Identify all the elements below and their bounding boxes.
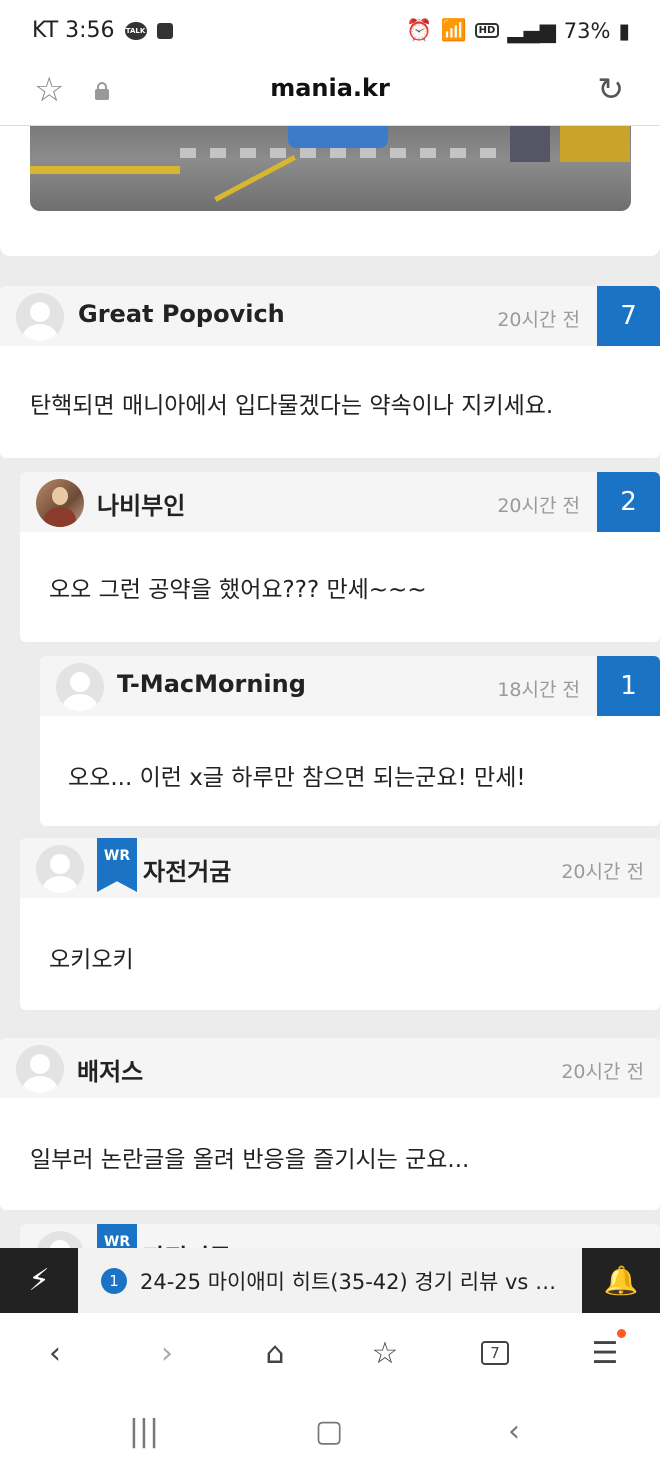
home-icon[interactable]: ⌂ <box>250 1331 300 1375</box>
reload-icon[interactable]: ↻ <box>597 70 624 108</box>
notification-dot <box>617 1329 626 1338</box>
battery-icon: ▮ <box>618 18 630 43</box>
lightning-icon[interactable]: ⚡ <box>0 1248 78 1313</box>
comment-reply: WR 자전거굼 <box>20 1224 660 1248</box>
comment-time: 18시간 전 <box>497 679 580 701</box>
alarm-icon: ⏰ <box>406 18 433 42</box>
comment-like-count[interactable]: 1 <box>597 656 660 716</box>
avatar[interactable] <box>16 1045 64 1093</box>
comment-author[interactable]: 자전거굼 <box>143 852 231 887</box>
comment-time: 20시간 전 <box>497 495 580 517</box>
comment-text: 오키오키 <box>49 947 134 973</box>
comment-text: 오오 그런 공약을 했어요??? 만세~~~ <box>49 577 427 603</box>
forward-icon[interactable]: › <box>142 1331 192 1375</box>
avatar[interactable] <box>36 1231 84 1248</box>
message-icon <box>156 22 173 39</box>
battery-text: 73% <box>563 18 611 43</box>
system-nav-bar: ||| ▢ ‹ <box>0 1393 660 1467</box>
url-bar: ☆ mania.kr ↻ <box>0 62 660 126</box>
notification-text[interactable]: 24-25 마이애미 히트(35-42) 경기 리뷰 vs 그... <box>140 1266 570 1296</box>
avatar[interactable] <box>36 479 84 527</box>
comment-like-count[interactable]: 7 <box>597 286 660 346</box>
comment-time: 20시간 전 <box>561 1061 644 1083</box>
notification-bar: ⚡ 1 24-25 마이애미 히트(35-42) 경기 리뷰 vs 그... 🔔 <box>0 1248 660 1313</box>
article-card <box>0 126 660 256</box>
bookmarks-icon[interactable]: ☆ <box>360 1331 410 1375</box>
comment-reply: WR 자전거굼 20시간 전 오키오키 <box>20 838 660 1010</box>
comment-like-count[interactable]: 2 <box>597 472 660 532</box>
page-content: Great Popovich 20시간 전 7 탄핵되면 매니아에서 입다물겠다… <box>0 126 660 1248</box>
wifi-icon: 📶 <box>440 18 467 42</box>
avatar[interactable] <box>36 845 84 893</box>
comment-author[interactable]: 배저스 <box>77 1052 143 1087</box>
url-text[interactable]: mania.kr <box>0 74 660 102</box>
writer-badge: WR <box>97 838 137 892</box>
comment-reply: T-MacMorning 18시간 전 1 오오... 이런 x글 하루만 참으… <box>40 656 660 826</box>
back-icon[interactable]: ‹ <box>30 1331 80 1375</box>
carrier-time: KT 3:56 <box>32 18 115 43</box>
back-nav-icon[interactable]: ‹ <box>494 1411 534 1451</box>
comment-time: 20시간 전 <box>497 309 580 331</box>
comment: Great Popovich 20시간 전 7 탄핵되면 매니아에서 입다물겠다… <box>0 286 660 458</box>
menu-icon[interactable]: ☰ <box>580 1329 630 1375</box>
tabs-button[interactable]: 7 <box>470 1331 520 1375</box>
comment: 배저스 20시간 전 일부러 논란글을 올려 반응을 즐기시는 군요... <box>0 1038 660 1210</box>
comment-text: 오오... 이런 x글 하루만 참으면 되는군요! 만세! <box>68 765 526 791</box>
avatar[interactable] <box>16 293 64 341</box>
status-bar: KT 3:56 TALK ⏰ 📶 HD ▂▄▆ 73% ▮ <box>0 0 660 62</box>
kakaotalk-icon: TALK <box>124 21 147 40</box>
notification-number: 1 <box>101 1268 127 1294</box>
comment-author[interactable]: Great Popovich <box>78 300 285 328</box>
comment-author[interactable]: 자전거굼 <box>143 1238 231 1248</box>
comment-text: 탄핵되면 매니아에서 입다물겠다는 약속이나 지키세요. <box>30 393 554 419</box>
home-nav-icon[interactable]: ▢ <box>309 1411 349 1451</box>
tabs-icon: 7 <box>481 1341 509 1365</box>
comment-reply: 나비부인 20시간 전 2 오오 그런 공약을 했어요??? 만세~~~ <box>20 472 660 642</box>
article-photo <box>30 126 631 211</box>
writer-badge: WR <box>97 1224 137 1248</box>
bell-icon[interactable]: 🔔 <box>582 1248 660 1313</box>
comment-time: 20시간 전 <box>561 861 644 883</box>
hd-icon: HD <box>474 23 500 38</box>
comment-author[interactable]: 나비부인 <box>97 486 185 521</box>
comment-author[interactable]: T-MacMorning <box>117 670 306 698</box>
signal-icon: ▂▄▆ <box>507 18 556 43</box>
recent-apps-icon[interactable]: ||| <box>124 1411 164 1451</box>
comment-text: 일부러 논란글을 올려 반응을 즐기시는 군요... <box>30 1147 470 1173</box>
browser-toolbar: ‹ › ⌂ ☆ 7 ☰ <box>0 1313 660 1393</box>
avatar[interactable] <box>56 663 104 711</box>
